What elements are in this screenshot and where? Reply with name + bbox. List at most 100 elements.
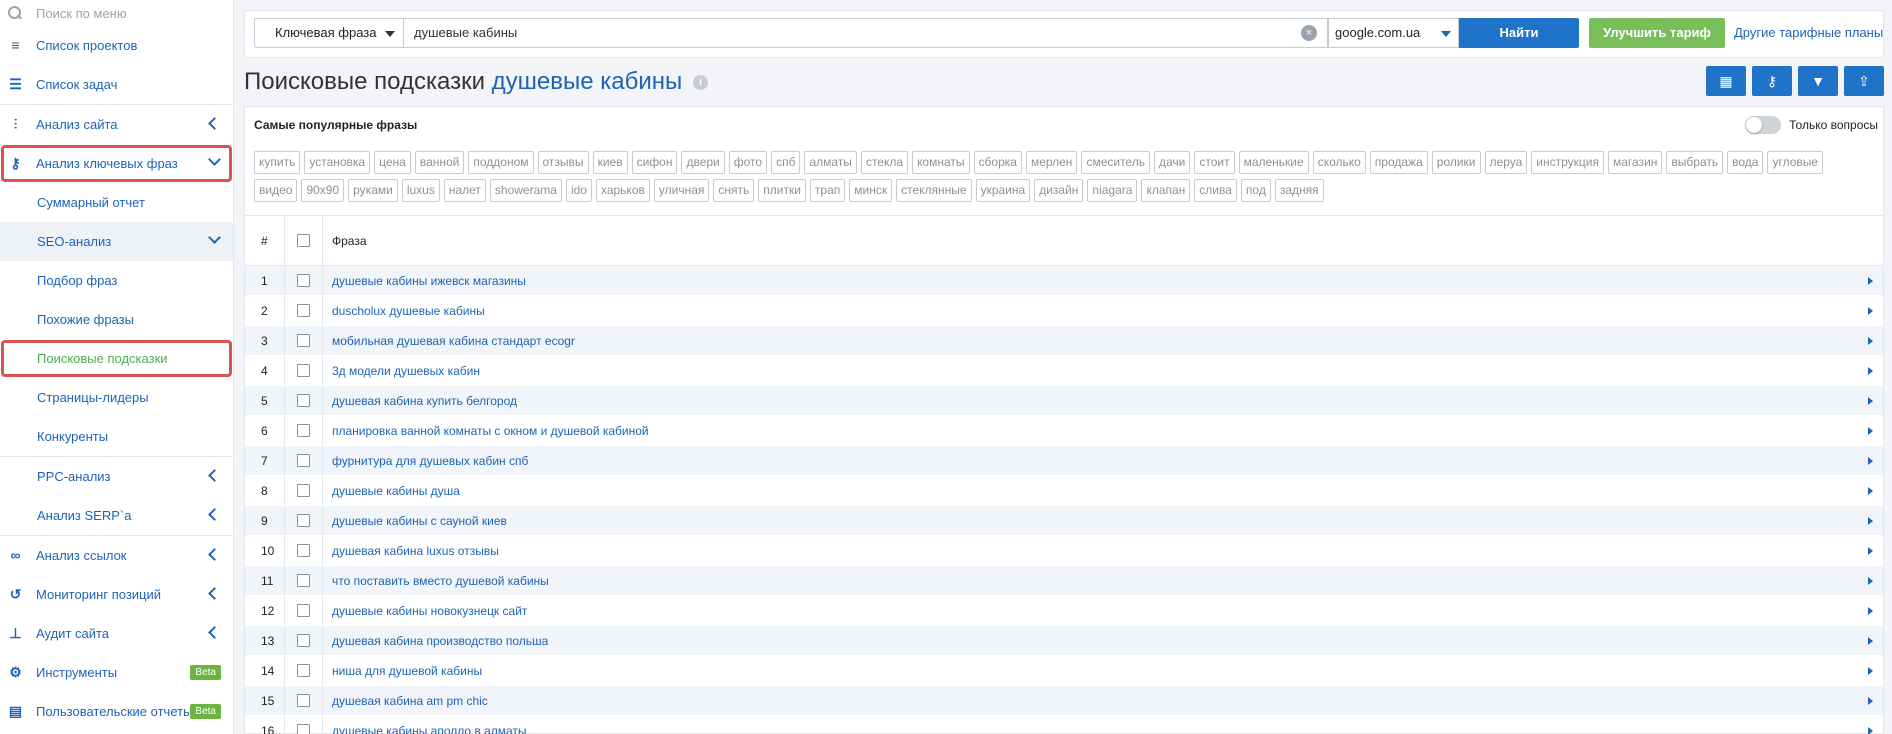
- phrase-chip[interactable]: стеклянные: [896, 179, 972, 202]
- sidebar-item-summary-report[interactable]: Суммарный отчет: [0, 183, 233, 222]
- expand-row-button[interactable]: [1857, 456, 1883, 465]
- row-checkbox[interactable]: [297, 484, 310, 497]
- sidebar-item-keyword-analysis[interactable]: ⚷ Анализ ключевых фраз: [0, 144, 233, 183]
- phrase-chip[interactable]: showerama: [489, 179, 562, 202]
- phrase-link[interactable]: душевая кабина am pm chic: [323, 694, 1857, 708]
- sidebar-item-search-suggestions[interactable]: Поисковые подсказки: [0, 339, 233, 378]
- phrase-chip[interactable]: харьков: [595, 179, 650, 202]
- phrase-chip[interactable]: алматы: [804, 151, 857, 174]
- sidebar-item-tools[interactable]: ⚙ Инструменты Beta: [0, 653, 233, 692]
- expand-row-button[interactable]: [1857, 516, 1883, 525]
- phrase-chip[interactable]: 90х90: [301, 179, 345, 202]
- phrase-link[interactable]: 3д модели душевых кабин: [323, 364, 1857, 378]
- keys-button[interactable]: ⚷: [1752, 66, 1792, 96]
- phrase-link[interactable]: мобильная душевая кабина стандарт ecogr: [323, 334, 1857, 348]
- phrase-chip[interactable]: задняя: [1274, 179, 1324, 202]
- phrase-chip[interactable]: дачи: [1153, 151, 1191, 174]
- phrase-chip[interactable]: комнаты: [912, 151, 970, 174]
- phrase-link[interactable]: душевые кабины душа: [323, 484, 1857, 498]
- phrase-link[interactable]: душевые кабины аполло в алматы: [323, 724, 1857, 734]
- phrase-chip[interactable]: niagara: [1087, 179, 1138, 202]
- phrase-chip[interactable]: уличная: [653, 179, 710, 202]
- row-checkbox[interactable]: [297, 304, 310, 317]
- column-header-phrase[interactable]: Фраза: [323, 234, 1883, 248]
- row-checkbox[interactable]: [297, 364, 310, 377]
- row-checkbox[interactable]: [297, 454, 310, 467]
- phrase-chip[interactable]: маленькие: [1238, 151, 1309, 174]
- row-checkbox[interactable]: [297, 724, 310, 734]
- phrase-chip[interactable]: отзывы: [537, 151, 589, 174]
- info-icon[interactable]: i: [692, 75, 708, 91]
- expand-row-button[interactable]: [1857, 546, 1883, 555]
- phrase-link[interactable]: ниша для душевой кабины: [323, 664, 1857, 678]
- expand-row-button[interactable]: [1857, 666, 1883, 675]
- phrase-chip[interactable]: снять: [713, 179, 755, 202]
- clear-icon[interactable]: ×: [1301, 25, 1317, 41]
- phrase-link[interactable]: duscholux душевые кабины: [323, 304, 1857, 318]
- phrase-chip[interactable]: леруа: [1484, 151, 1528, 174]
- expand-row-button[interactable]: [1857, 336, 1883, 345]
- phrase-chip[interactable]: стоит: [1194, 151, 1235, 174]
- sidebar-item-custom-reports[interactable]: ▤ Пользовательские отчеты Beta: [0, 692, 233, 731]
- search-mode-select[interactable]: Ключевая фраза: [254, 18, 404, 48]
- phrase-chip[interactable]: плитки: [758, 179, 806, 202]
- phrase-chip[interactable]: угловые: [1767, 151, 1824, 174]
- phrase-chip[interactable]: налет: [443, 179, 486, 202]
- phrase-chip[interactable]: магазин: [1607, 151, 1663, 174]
- query-input[interactable]: душевые кабины: [404, 18, 1328, 48]
- phrase-chip[interactable]: продажа: [1369, 151, 1428, 174]
- expand-row-button[interactable]: [1857, 366, 1883, 375]
- phrase-chip[interactable]: сколько: [1312, 151, 1366, 174]
- row-checkbox[interactable]: [297, 424, 310, 437]
- phrase-link[interactable]: душевые кабины ижевск магазины: [323, 274, 1857, 288]
- sidebar-item-link-analysis[interactable]: ∞ Анализ ссылок: [0, 536, 233, 575]
- phrase-chip[interactable]: ролики: [1431, 151, 1481, 174]
- sidebar-item-serp-analysis[interactable]: Анализ SERP`a: [0, 496, 233, 535]
- export-button[interactable]: ⇪: [1844, 66, 1884, 96]
- sidebar-item-position-monitoring[interactable]: ↺ Мониторинг позиций: [0, 575, 233, 614]
- calendar-button[interactable]: ▦: [1706, 66, 1746, 96]
- sidebar-item-leader-pages[interactable]: Страницы-лидеры: [0, 378, 233, 417]
- only-questions-toggle[interactable]: [1745, 116, 1782, 134]
- select-all-checkbox[interactable]: [297, 234, 310, 247]
- row-checkbox[interactable]: [297, 514, 310, 527]
- expand-row-button[interactable]: [1857, 606, 1883, 615]
- phrase-chip[interactable]: слива: [1194, 179, 1237, 202]
- row-checkbox[interactable]: [297, 394, 310, 407]
- expand-row-button[interactable]: [1857, 696, 1883, 705]
- phrase-chip[interactable]: трап: [809, 179, 846, 202]
- phrase-link[interactable]: душевая кабина производство польша: [323, 634, 1857, 648]
- phrase-chip[interactable]: инструкция: [1531, 151, 1604, 174]
- phrase-chip[interactable]: выбрать: [1666, 151, 1724, 174]
- expand-row-button[interactable]: [1857, 396, 1883, 405]
- row-checkbox[interactable]: [297, 634, 310, 647]
- row-checkbox[interactable]: [297, 574, 310, 587]
- phrase-chip[interactable]: сборка: [973, 151, 1022, 174]
- sidebar-item-similar-phrases[interactable]: Похожие фразы: [0, 300, 233, 339]
- other-plans-link[interactable]: Другие тарифные планы: [1734, 25, 1883, 40]
- phrase-chip[interactable]: ванной: [414, 151, 465, 174]
- sidebar-item-phrase-selection[interactable]: Подбор фраз: [0, 261, 233, 300]
- phrase-link[interactable]: душевая кабина luxus отзывы: [323, 544, 1857, 558]
- phrase-chip[interactable]: руками: [348, 179, 398, 202]
- phrase-chip[interactable]: фото: [728, 151, 768, 174]
- row-checkbox[interactable]: [297, 334, 310, 347]
- phrase-chip[interactable]: клапан: [1141, 179, 1191, 202]
- phrase-chip[interactable]: ido: [565, 179, 592, 202]
- phrase-chip[interactable]: цена: [374, 151, 411, 174]
- row-checkbox[interactable]: [297, 274, 310, 287]
- expand-row-button[interactable]: [1857, 486, 1883, 495]
- phrase-chip[interactable]: смеситель: [1081, 151, 1150, 174]
- row-checkbox[interactable]: [297, 664, 310, 677]
- phrase-chip[interactable]: спб: [771, 151, 801, 174]
- sidebar-item-tasks[interactable]: ☰ Список задач: [0, 65, 233, 104]
- phrase-chip[interactable]: сифон: [631, 151, 678, 174]
- phrase-chip[interactable]: дизайн: [1034, 179, 1084, 202]
- filter-button[interactable]: ▼: [1798, 66, 1838, 96]
- find-button[interactable]: Найти: [1459, 18, 1579, 48]
- phrase-chip[interactable]: минск: [849, 179, 893, 202]
- phrase-chip[interactable]: luxus: [401, 179, 440, 202]
- row-checkbox[interactable]: [297, 604, 310, 617]
- sidebar-item-projects[interactable]: ≡ Список проектов: [0, 26, 233, 65]
- phrase-link[interactable]: душевая кабина купить белгород: [323, 394, 1857, 408]
